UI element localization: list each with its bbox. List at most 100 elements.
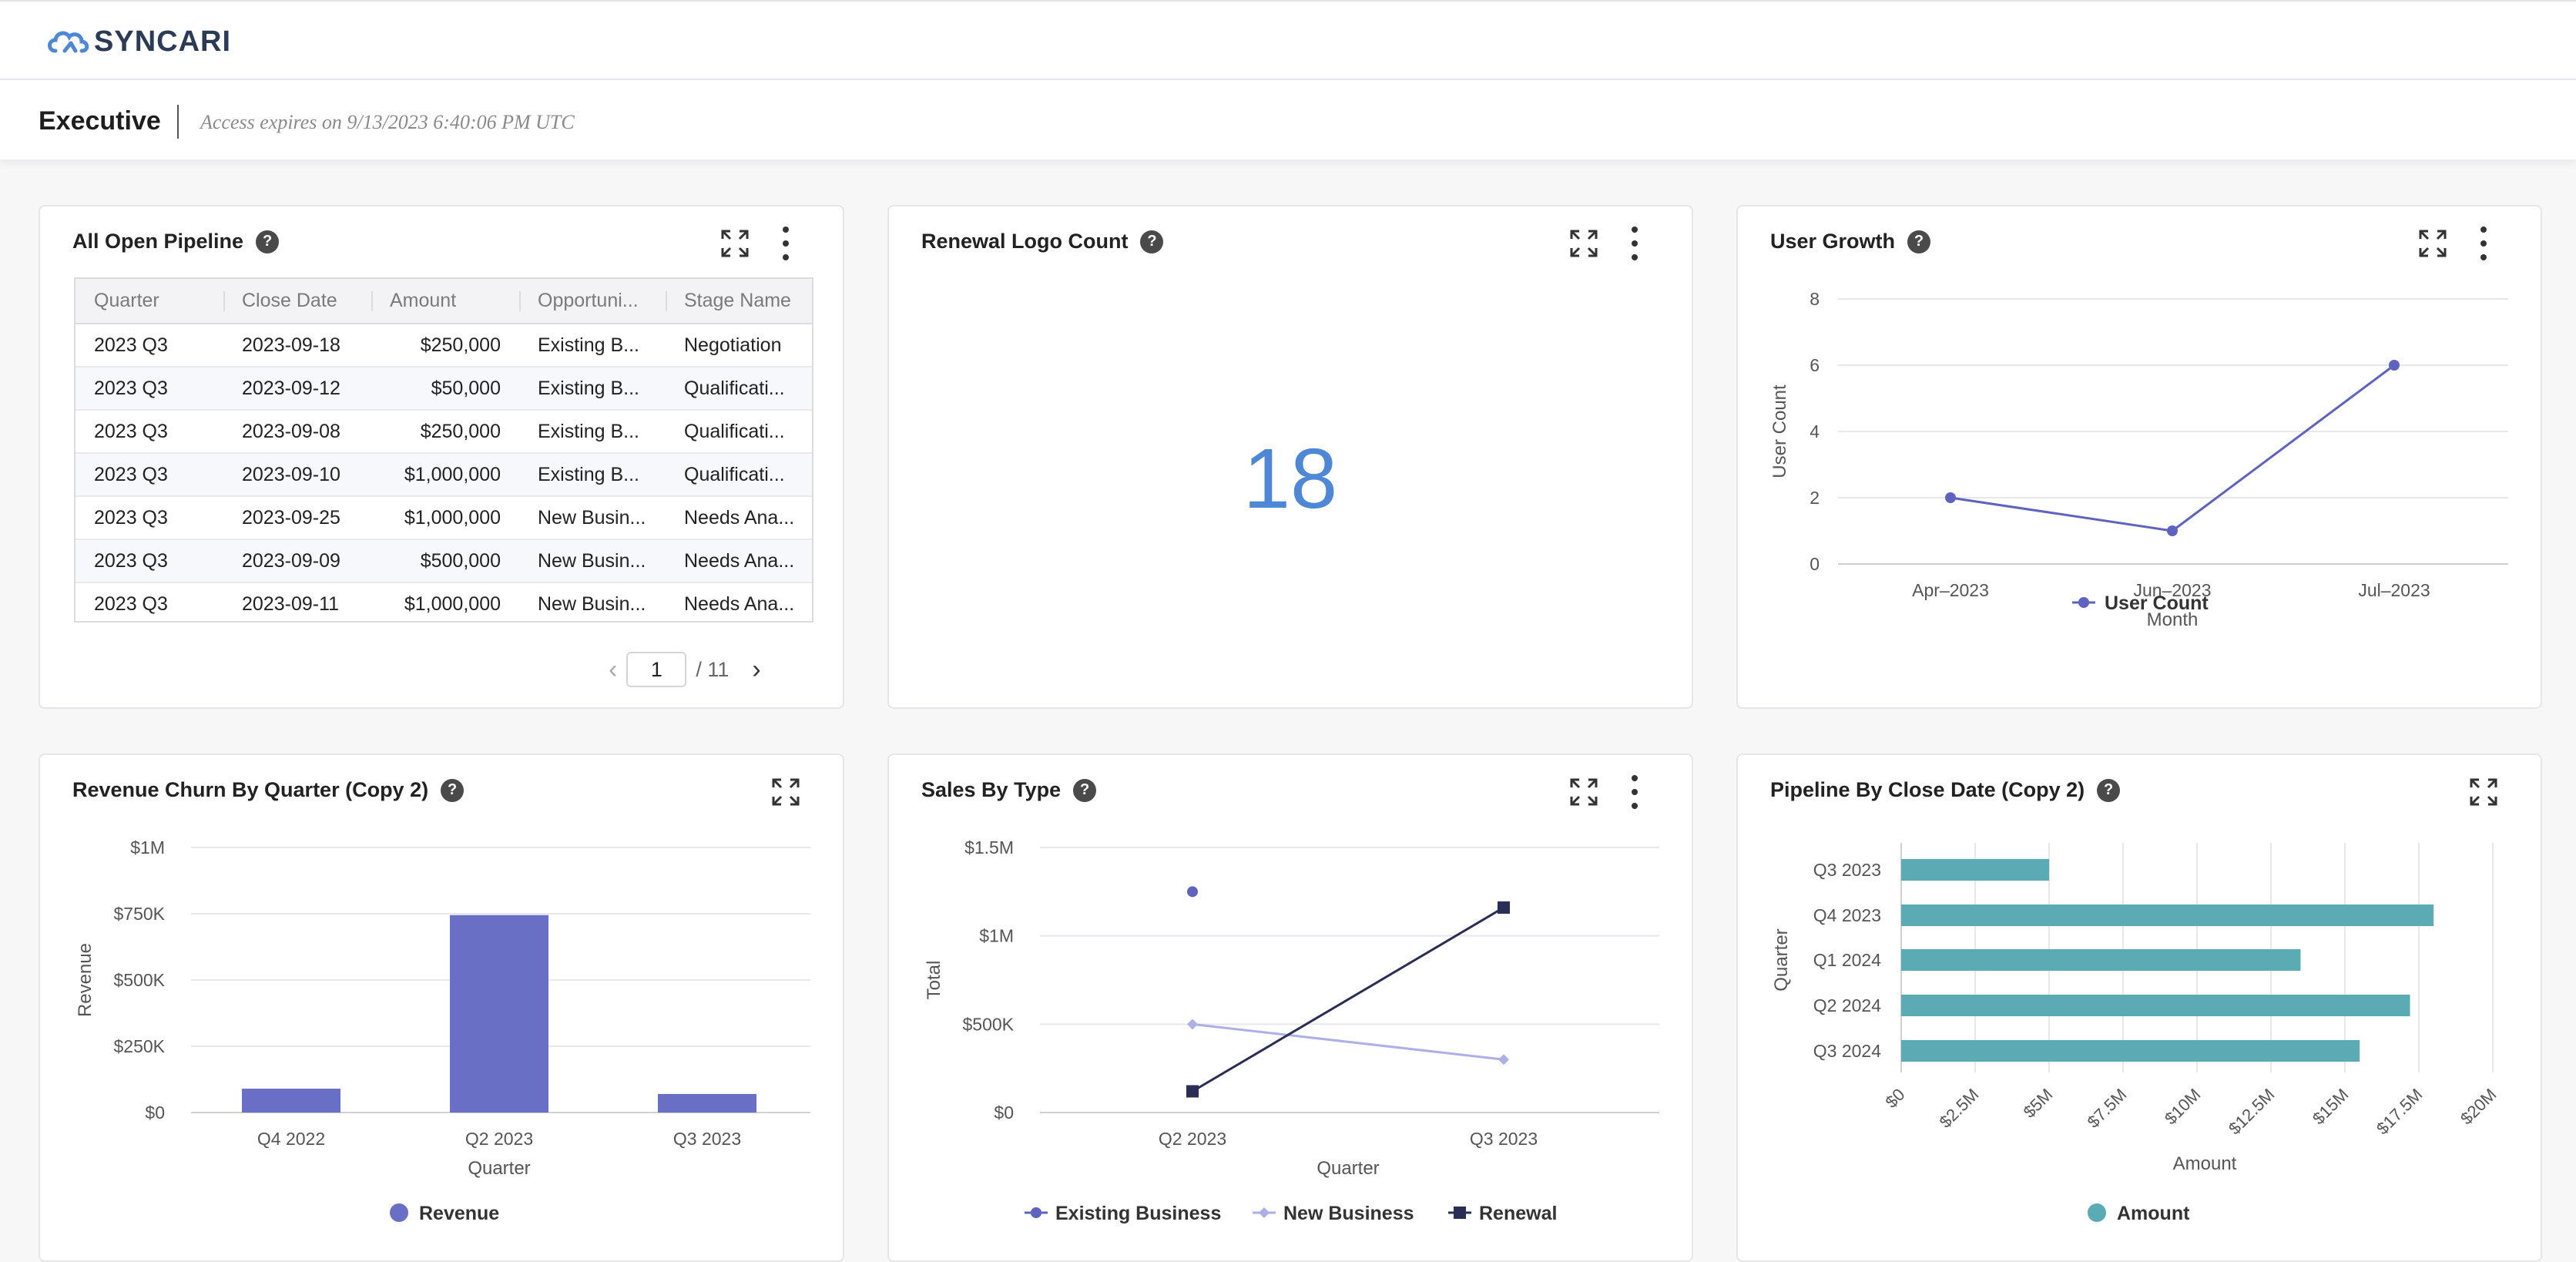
help-icon[interactable]: ? (256, 230, 280, 253)
card-sales-by-type: Sales By Type ? $0 $500K $1M $1.5M Q2 2023 Q3… (887, 754, 1693, 1262)
top-nav-bar: SYNCARI (0, 0, 2576, 80)
card-title: Renewal Logo Count ? (921, 230, 1164, 253)
data-point (1186, 1085, 1199, 1098)
expand-icon[interactable] (2468, 777, 2499, 807)
table-cell: Qualificati... (666, 410, 812, 454)
help-icon[interactable]: ? (2097, 778, 2121, 802)
table-row[interactable]: 2023 Q3 2023-09-12 $50,000 Existing B... Qua… (75, 367, 812, 411)
table-cell: Qualificati... (666, 367, 812, 411)
more-options-icon[interactable] (2477, 227, 2490, 260)
x-axis-title: Amount (2173, 1153, 2237, 1174)
x-tick-label: $5M (2020, 1085, 2057, 1122)
column-header[interactable]: Stage Name (666, 279, 812, 324)
bar (1901, 905, 2434, 926)
sales-by-type-chart: $0 $500K $1M $1.5M Q2 2023 Q3 2023 Quarter Tota… (924, 837, 1659, 1224)
y-tick-label: 6 (1810, 355, 1820, 375)
y-tick-label: 4 (1810, 421, 1820, 441)
x-tick-label: Q4 2022 (257, 1129, 325, 1149)
legend-label: Existing Business (1055, 1203, 1221, 1224)
series-line (1192, 1022, 1504, 1061)
legend-marker (1031, 1207, 1041, 1218)
table-cell: 2023-09-25 (223, 496, 371, 540)
x-tick-label: $7.5M (2084, 1085, 2131, 1132)
syncari-logo[interactable]: SYNCARI (45, 25, 231, 59)
more-options-icon[interactable] (1628, 775, 1641, 809)
card-title-text: Revenue Churn By Quarter (Copy 2) (72, 778, 429, 801)
x-tick-label: Apr–2023 (1912, 580, 1989, 600)
x-axis-title: Quarter (468, 1158, 530, 1179)
table-row[interactable]: 2023 Q3 2023-09-11 $1,000,000 New Busin... N… (75, 582, 812, 621)
table-cell: 2023-09-11 (223, 582, 371, 621)
y-tick-label: Q3 2023 (1813, 860, 1881, 880)
card-title: Sales By Type ? (921, 778, 1097, 802)
expand-icon[interactable] (1568, 777, 1599, 807)
x-tick-label: Jul–2023 (2358, 580, 2430, 600)
y-axis-title: User Count (1769, 384, 1790, 478)
next-page-icon[interactable]: › (752, 655, 760, 685)
x-tick-label: $0 (1882, 1085, 1909, 1112)
table-cell: $250,000 (371, 410, 519, 454)
brand-name: SYNCARI (94, 25, 232, 58)
card-revenue-churn: Revenue Churn By Quarter (Copy 2) ? $0 $2… (39, 754, 844, 1262)
legend-marker (1454, 1207, 1466, 1219)
y-tick-label: $1.5M (964, 837, 1014, 858)
card-user-growth: User Growth ? 0 2 4 6 8 Apr–2023 Jun–2023 Jul–2… (1736, 205, 2542, 709)
expand-icon[interactable] (770, 777, 801, 807)
card-title-text: Renewal Logo Count (921, 230, 1129, 253)
expand-icon[interactable] (2417, 228, 2448, 259)
table-row[interactable]: 2023 Q3 2023-09-10 $1,000,000 Existing B...… (75, 453, 812, 497)
expand-icon[interactable] (1568, 228, 1599, 259)
pipeline-table-wrapper[interactable]: Quarter Close Date Amount Opportuni... Stage… (74, 277, 813, 623)
table-cell: $250,000 (371, 324, 519, 368)
y-tick-label: $500K (962, 1014, 1014, 1034)
data-point (1187, 1019, 1198, 1030)
page-input[interactable]: 1 (626, 652, 687, 687)
x-tick-label: $20M (2457, 1085, 2501, 1129)
table-cell: 2023-09-10 (223, 453, 371, 497)
table-row[interactable]: 2023 Q3 2023-09-18 $250,000 Existing B... Ne… (75, 324, 812, 368)
help-icon[interactable]: ? (1140, 230, 1164, 253)
table-cell: $500,000 (371, 539, 519, 583)
table-row[interactable]: 2023 Q3 2023-09-08 $250,000 Existing B... Qu… (75, 410, 812, 454)
y-tick-label: $500K (113, 970, 165, 990)
renewal-count-value: 18 (1243, 431, 1338, 526)
data-point (2389, 360, 2400, 371)
y-tick-label: $1M (130, 837, 165, 858)
y-tick-label: $750K (113, 904, 165, 924)
help-icon[interactable]: ? (441, 778, 465, 802)
dashboard-title: Executive (39, 106, 161, 136)
column-header[interactable]: Close Date (223, 279, 371, 324)
more-options-icon[interactable] (780, 227, 792, 260)
legend-label: Revenue (419, 1203, 499, 1224)
table-cell: 2023-09-09 (223, 539, 371, 583)
pipeline-by-close-date-chart: $0 $2.5M $5M $7.5M $10M $12.5M $15M $17.5M $20M Q… (1771, 843, 2501, 1224)
bar (658, 1093, 756, 1113)
x-tick-label: Q2 2023 (1159, 1129, 1226, 1149)
table-row[interactable]: 2023 Q3 2023-09-25 $1,000,000 New Busin... N… (75, 496, 812, 540)
card-title: All Open Pipeline ? (72, 230, 280, 253)
table-cell: 2023-09-12 (223, 367, 371, 411)
legend-label: User Count (2105, 592, 2209, 614)
prev-page-icon[interactable]: ‹ (609, 655, 617, 685)
card-title: Pipeline By Close Date (Copy 2) ? (1770, 778, 2121, 802)
x-tick-label: $15M (2309, 1085, 2353, 1129)
x-tick-label: $12.5M (2225, 1085, 2279, 1139)
y-tick-label: Q2 2024 (1813, 995, 1881, 1015)
y-tick-label: 2 (1810, 488, 1820, 508)
expand-icon[interactable] (719, 228, 750, 259)
y-tick-label: $1M (979, 926, 1014, 946)
cloud-logo-icon (48, 31, 89, 53)
table-cell: 2023 Q3 (75, 367, 223, 411)
help-icon[interactable]: ? (1907, 230, 1931, 253)
column-header[interactable]: Opportuni... (519, 279, 666, 324)
series-line (1950, 364, 2395, 532)
table-cell: Needs Ana... (666, 582, 812, 621)
column-header[interactable]: Amount (371, 279, 519, 324)
legend-label: Renewal (1479, 1203, 1557, 1224)
table-cell: 2023 Q3 (75, 410, 223, 454)
column-header[interactable]: Quarter (75, 279, 223, 324)
help-icon[interactable]: ? (1073, 778, 1097, 802)
more-options-icon[interactable] (1628, 227, 1641, 260)
table-cell: 2023-09-08 (223, 410, 371, 454)
table-row[interactable]: 2023 Q3 2023-09-09 $500,000 New Busin... Nee… (75, 539, 812, 583)
